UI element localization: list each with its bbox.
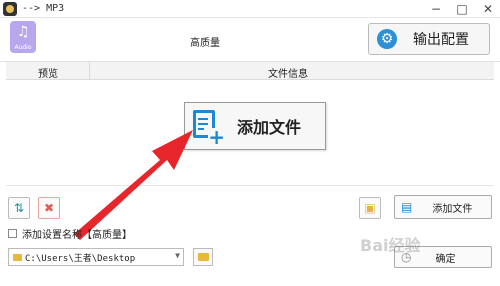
folder-small-icon xyxy=(13,253,22,261)
add-setting-name-label: 添加设置名称【高质量】 xyxy=(22,230,132,241)
folder-add-icon: ▣ xyxy=(364,201,376,215)
confirm-label: 确定 xyxy=(435,253,456,265)
add-file-button[interactable]: ▤ 添加文件 xyxy=(394,195,492,219)
add-file-label: 添加文件 xyxy=(432,203,473,215)
output-path-select[interactable]: C:\Users\王者\Desktop ▼ xyxy=(8,248,184,266)
add-setting-name-row[interactable]: 添加设置名称【高质量】 xyxy=(8,226,132,241)
sort-icon: ⇅ xyxy=(13,201,25,215)
watermark: Bai经验 xyxy=(360,236,421,255)
clear-list-button[interactable]: ✖ xyxy=(38,197,60,219)
add-file-small-icon: ▤ xyxy=(401,200,413,214)
add-setting-name-checkbox[interactable] xyxy=(8,229,17,238)
sort-button[interactable]: ⇅ xyxy=(8,197,30,219)
browse-folder-button[interactable] xyxy=(193,248,213,266)
output-path-value: C:\Users\王者\Desktop xyxy=(25,253,136,264)
clear-icon: ✖ xyxy=(43,201,55,215)
chevron-down-icon: ▼ xyxy=(175,251,180,260)
add-folder-button[interactable]: ▣ xyxy=(359,197,381,219)
annotation-arrow xyxy=(74,130,193,240)
